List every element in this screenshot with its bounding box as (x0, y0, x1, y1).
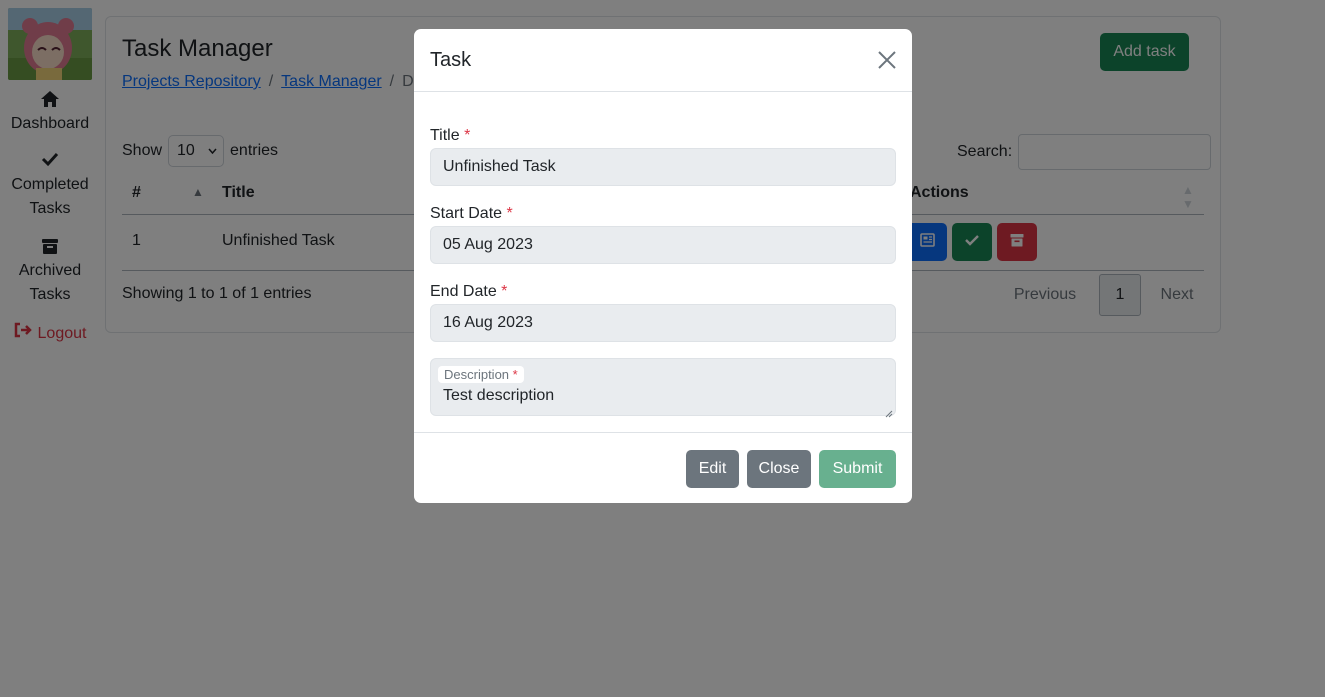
title-label: Title * (430, 127, 471, 144)
description-value: Test description (443, 387, 555, 404)
title-field[interactable]: Unfinished Task (430, 148, 896, 186)
start-date-field[interactable]: 05 Aug 2023 (430, 226, 896, 264)
modal-title: Task (430, 49, 472, 71)
modal-header: Task (414, 29, 912, 92)
submit-button[interactable]: Submit (819, 450, 896, 488)
close-button[interactable]: Close (747, 450, 811, 488)
modal-footer: Edit Close Submit (414, 432, 912, 503)
close-icon[interactable] (876, 49, 898, 71)
required-marker: * (501, 283, 508, 300)
start-date-label: Start Date * (430, 205, 513, 222)
resize-handle-icon[interactable] (885, 405, 893, 418)
description-label: Description * (438, 366, 524, 383)
required-marker: * (512, 367, 518, 382)
required-marker: * (464, 127, 471, 144)
required-marker: * (506, 205, 513, 222)
edit-button[interactable]: Edit (686, 450, 739, 488)
end-date-field[interactable]: 16 Aug 2023 (430, 304, 896, 342)
end-date-label: End Date * (430, 283, 508, 300)
description-field[interactable]: Description * Test description (430, 358, 896, 418)
task-modal: Task Title * Unfinished Task Start Date … (414, 29, 912, 503)
